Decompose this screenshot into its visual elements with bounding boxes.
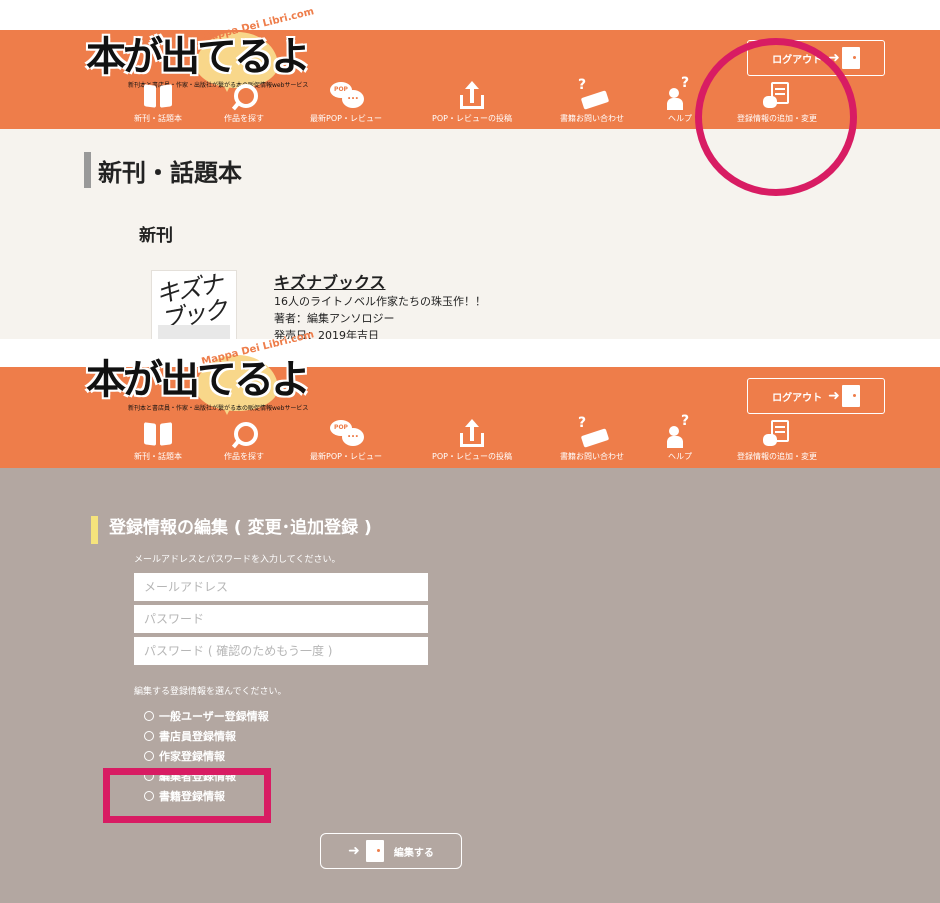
radio-general-user[interactable]: 一般ユーザー登録情報 <box>144 708 269 724</box>
highlight-circle-registration-nav <box>695 38 857 196</box>
logo-tagline: 新刊本と書店員・作家・出版社が繋がる本の販促情報webサービス <box>128 405 309 412</box>
title-accent-bar <box>84 152 91 188</box>
radio-author[interactable]: 作家登録情報 <box>144 748 225 764</box>
help-person-icon: ? <box>665 414 695 448</box>
form-title: 登録情報の編集 ( 変更･追加登録 ) <box>109 518 372 538</box>
password-field[interactable] <box>134 605 428 633</box>
nav-item-latest-pop[interactable]: POP... 最新POP・レビュー <box>286 81 406 124</box>
nav-item-post-review[interactable]: POP・レビューの投稿 <box>412 419 532 462</box>
books-icon <box>144 423 172 445</box>
door-icon <box>841 385 860 407</box>
search-icon <box>231 421 258 447</box>
email-field[interactable] <box>134 573 428 601</box>
radio-circle-icon <box>144 731 154 741</box>
login-instruction: メールアドレスとパスワードを入力してください。 <box>134 555 341 565</box>
highlight-box-book-info-option <box>103 768 271 823</box>
nav-item-registration[interactable]: 登録情報の追加・変更 <box>717 419 837 462</box>
book-cover-image[interactable]: キズナブックス <box>151 270 237 339</box>
password-confirm-field[interactable] <box>134 637 428 665</box>
logout-arrow-icon: ➜ <box>828 388 840 404</box>
radio-circle-icon <box>144 711 154 721</box>
radio-circle-icon <box>144 751 154 761</box>
door-icon <box>841 47 860 69</box>
logo-main-text: 本が出てるよ <box>86 34 311 80</box>
edit-submit-button[interactable]: ➜ 編集する <box>320 833 462 869</box>
pop-bubble-icon: POP... <box>326 82 366 110</box>
books-icon <box>144 85 172 107</box>
search-icon <box>231 83 258 109</box>
logo-main-text: 本が出てるよ <box>86 357 311 403</box>
radio-bookstore-staff[interactable]: 書店員登録情報 <box>144 728 236 744</box>
door-icon <box>365 840 384 862</box>
pop-bubble-icon: POP... <box>326 420 366 448</box>
title-accent-bar <box>91 516 98 544</box>
upload-icon <box>460 81 484 109</box>
help-person-icon: ? <box>665 76 695 110</box>
book-title-link[interactable]: キズナブックス <box>274 269 386 293</box>
book-question-icon: ? <box>574 416 610 448</box>
book-catchphrase: 16人のライトノベル作家たちの珠玉作！！ <box>274 295 486 308</box>
site-logo[interactable]: Mappa Dei Libri.com 本が出てるよ 新刊本と書店員・作家・出版… <box>86 329 336 415</box>
upload-icon <box>460 419 484 447</box>
nav-item-post-review[interactable]: POP・レビューの投稿 <box>412 81 532 124</box>
nav-item-latest-pop[interactable]: POP... 最新POP・レビュー <box>286 419 406 462</box>
section-title: 新刊 <box>139 226 173 246</box>
enter-arrow-icon: ➜ <box>348 843 360 859</box>
registration-document-icon <box>763 420 791 448</box>
edit-registration-form: 登録情報の編集 ( 変更･追加登録 ) メールアドレスとパスワードを入力してくだ… <box>0 468 940 903</box>
header-screen2: Mappa Dei Libri.com 本が出てるよ 新刊本と書店員・作家・出版… <box>0 329 940 468</box>
page-title: 新刊・話題本 <box>98 159 242 187</box>
book-question-icon: ? <box>574 78 610 110</box>
logout-label: ログアウト <box>772 392 823 404</box>
book-author: 著者：編集アンソロジー <box>274 312 395 325</box>
main-nav: 新刊・話題本 作品を探す POP... 最新POP・レビュー POP・レビューの… <box>0 414 940 467</box>
choose-info-instruction: 編集する登録情報を選んでください。 <box>134 687 287 697</box>
logout-button[interactable]: ログアウト ➜ <box>747 378 885 414</box>
